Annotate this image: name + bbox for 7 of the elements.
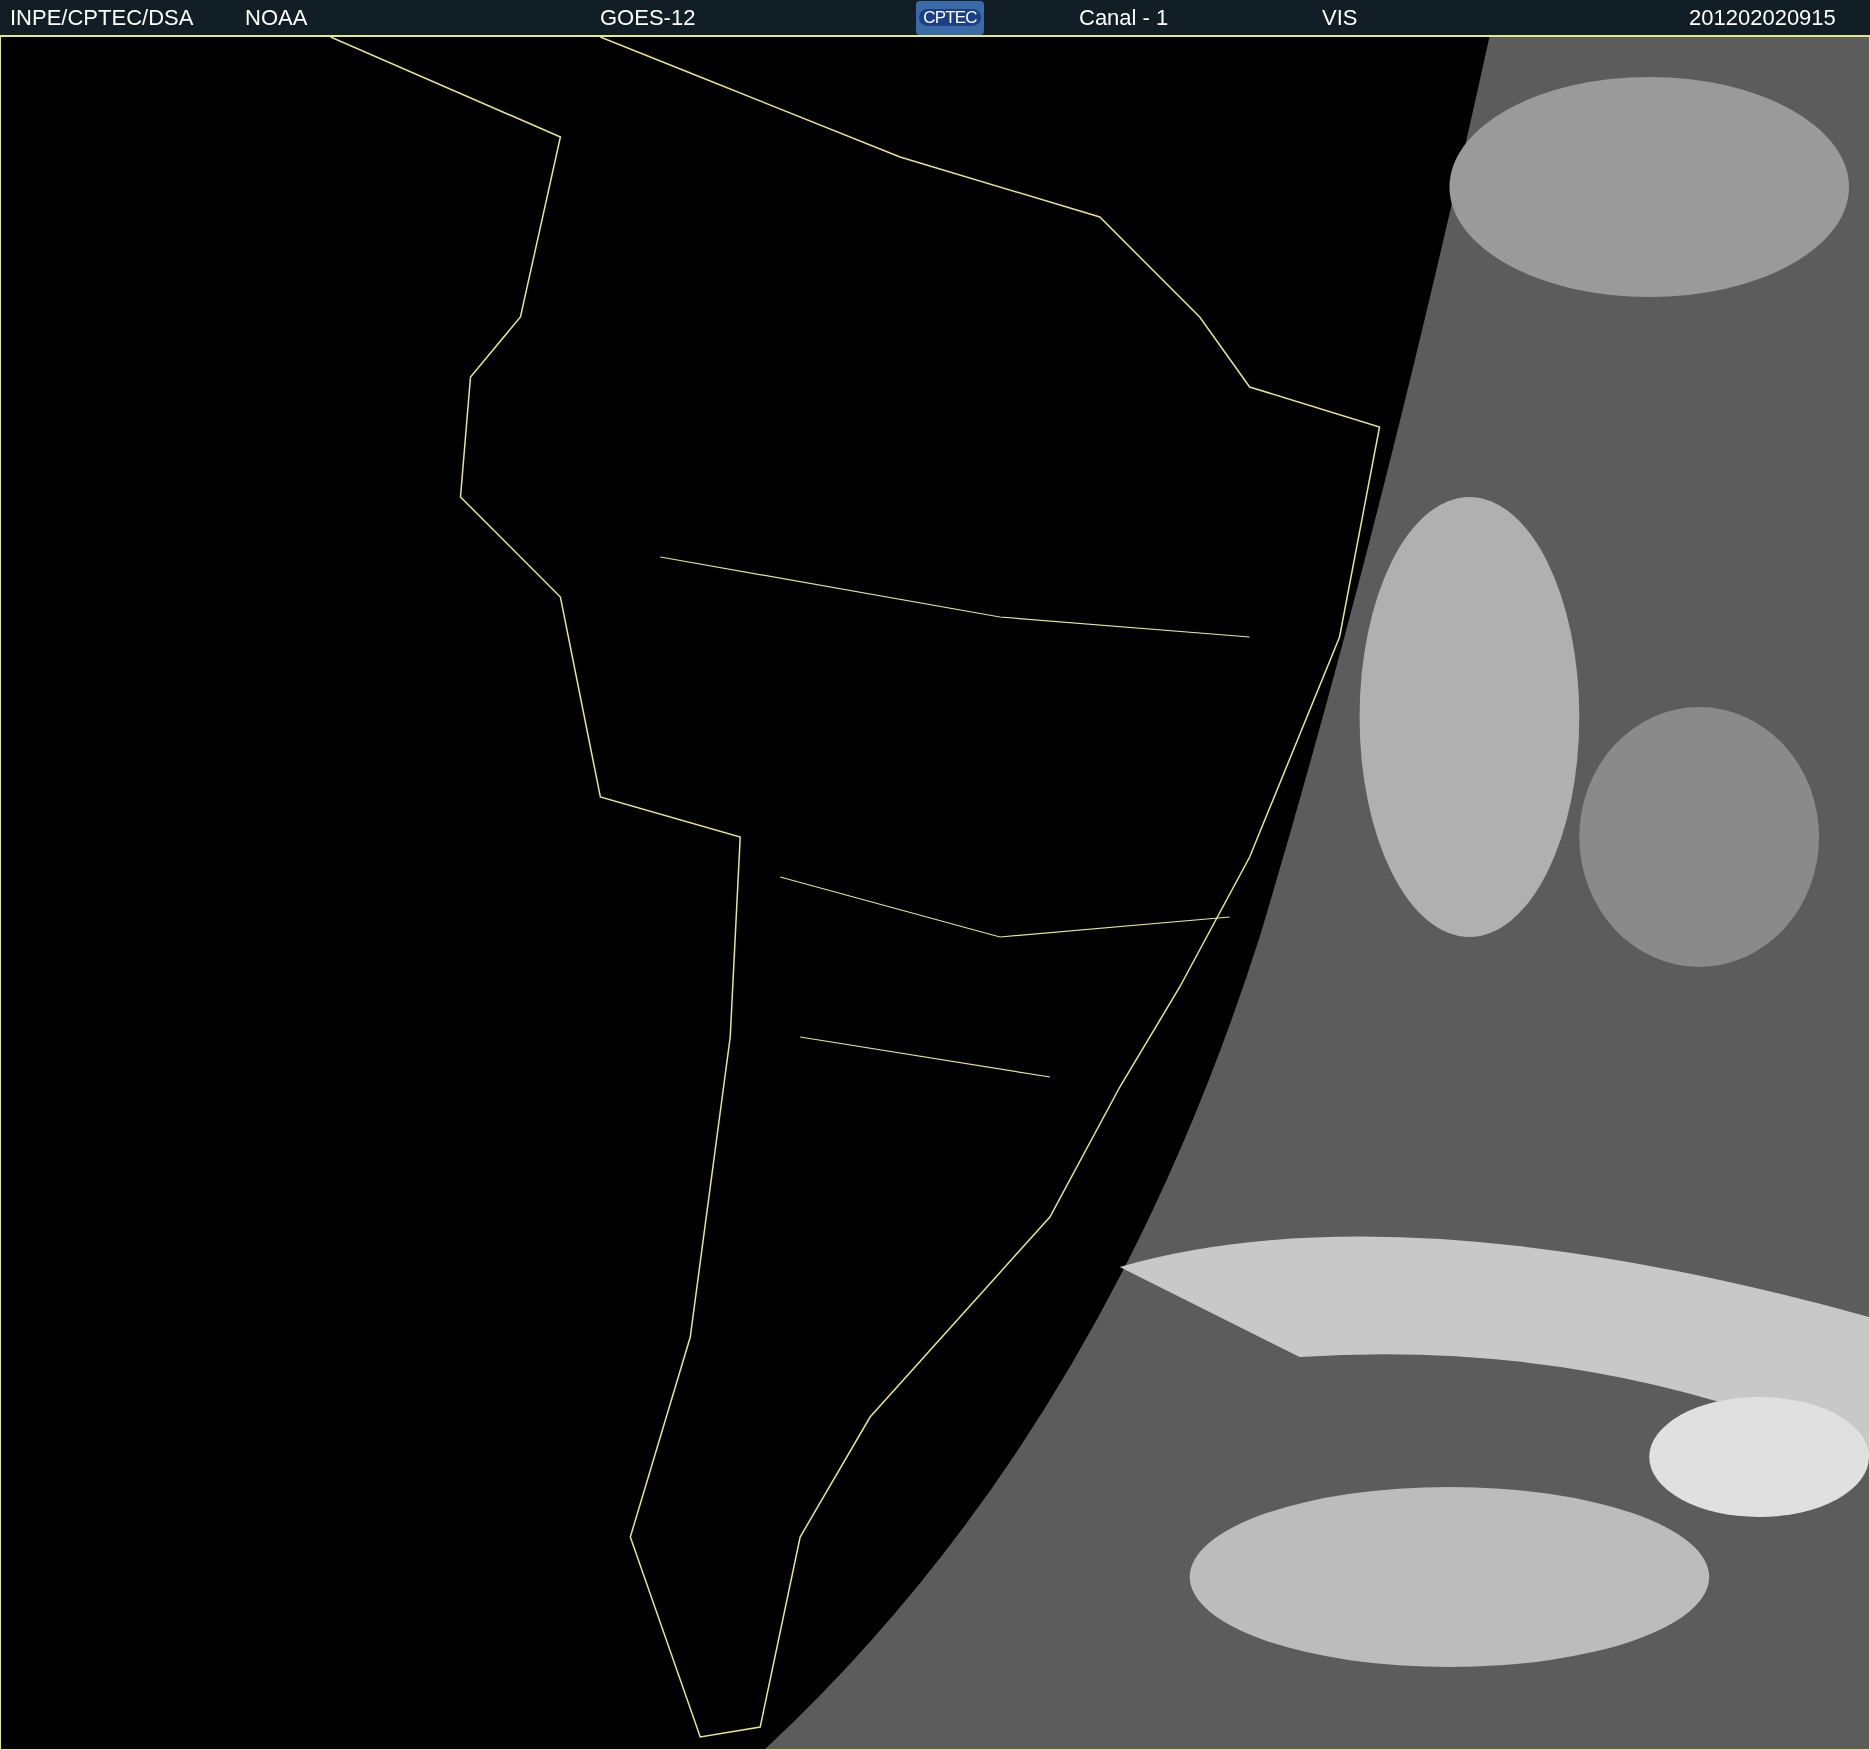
band-label: VIS [1322, 6, 1359, 29]
satellite-label: GOES-12 [600, 6, 697, 29]
agency-label: NOAA [245, 6, 309, 29]
logo-text: CPTEC [919, 9, 981, 26]
timestamp-label: 201202020915 [1689, 6, 1836, 29]
channel-label: Canal - 1 [1079, 6, 1170, 29]
source-label: INPE/CPTEC/DSA [10, 6, 195, 29]
